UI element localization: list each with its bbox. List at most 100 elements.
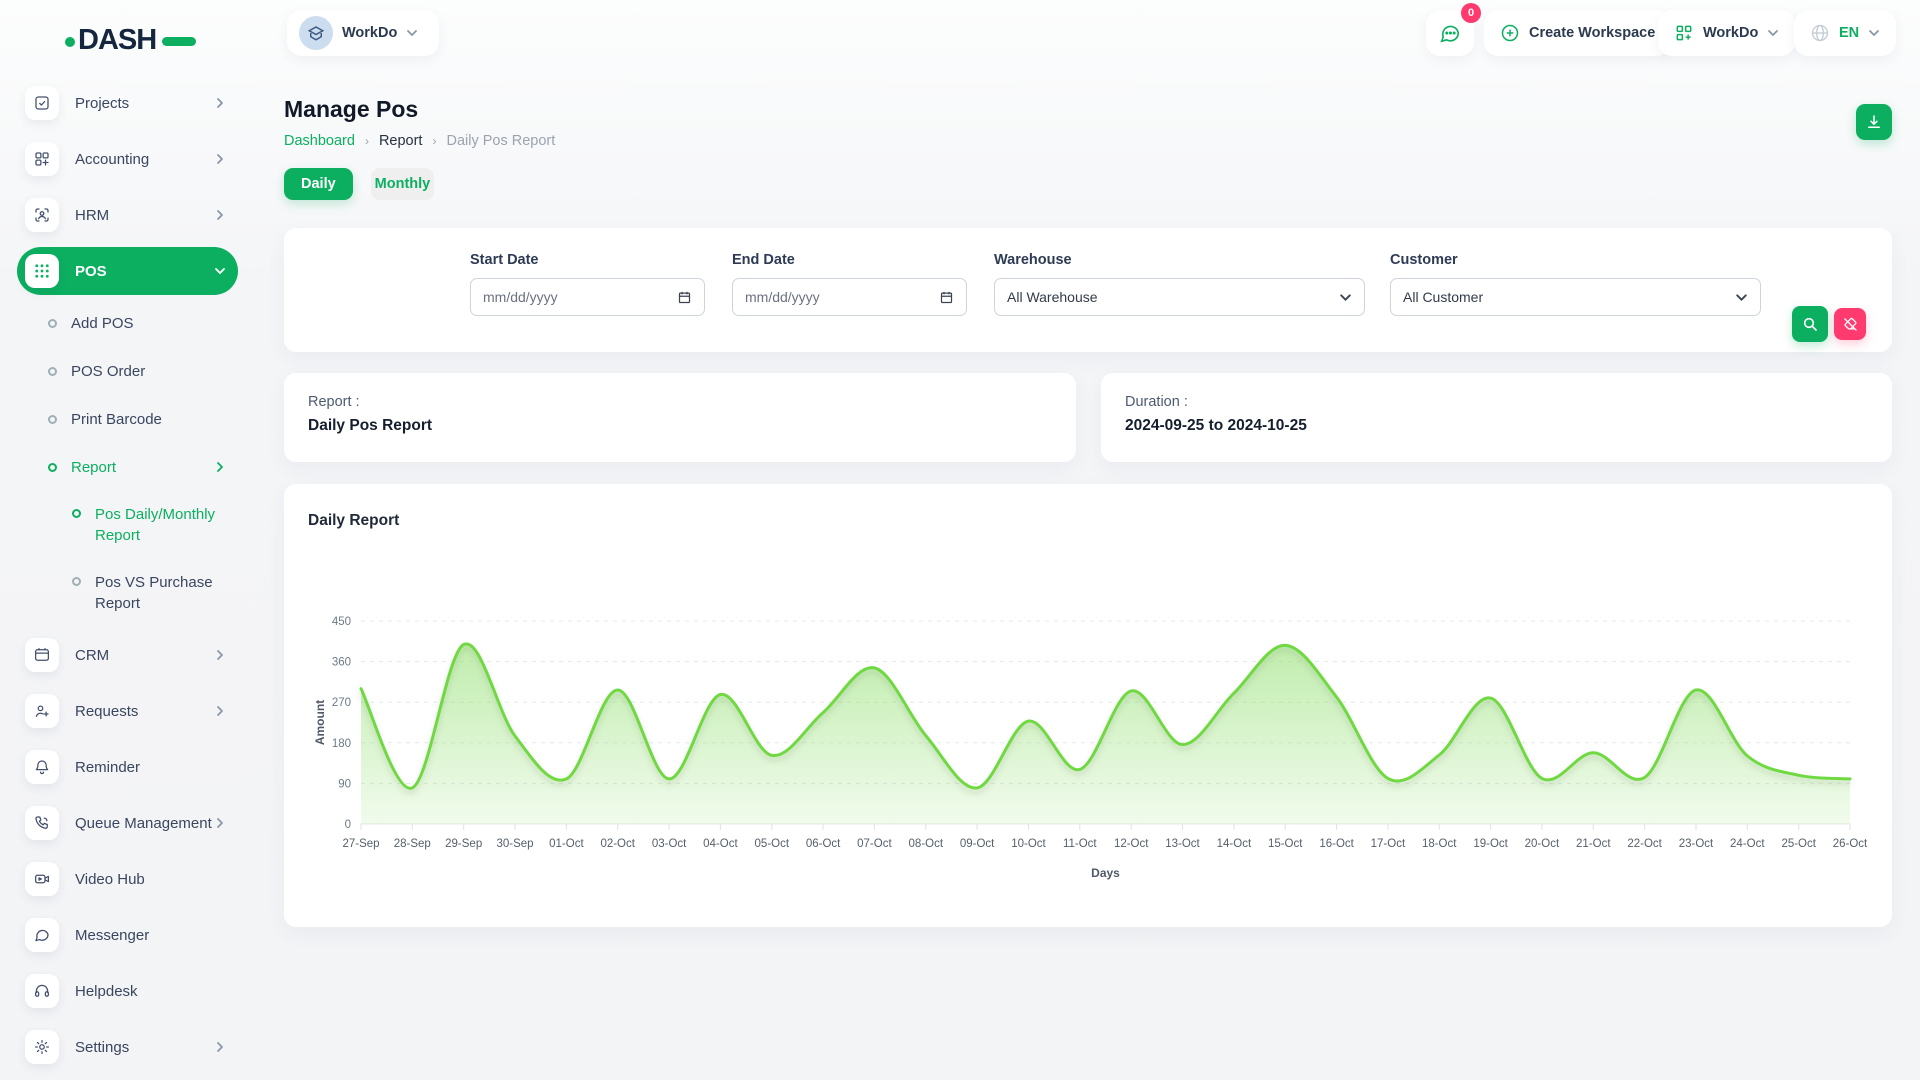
sidebar-item-pos-order[interactable]: POS Order xyxy=(17,347,238,395)
download-report-button[interactable] xyxy=(1856,104,1892,140)
daily-report-area-chart[interactable]: 090180270360450 27-Sep28-Sep29-Sep30-Sep… xyxy=(308,554,1868,899)
video-icon xyxy=(25,862,59,896)
svg-text:10-Oct: 10-Oct xyxy=(1011,838,1046,850)
bullet-icon xyxy=(48,319,57,328)
sidebar-item-video-hub[interactable]: Video Hub xyxy=(17,851,238,907)
bullet-icon xyxy=(72,509,81,518)
language-code: EN xyxy=(1839,25,1859,41)
search-button[interactable] xyxy=(1792,306,1828,342)
chevron-down-icon xyxy=(1735,291,1748,304)
sidebar-item-label: Print Barcode xyxy=(71,409,162,430)
warehouse-label: Warehouse xyxy=(994,252,1365,268)
tab-monthly[interactable]: Monthly xyxy=(371,168,435,200)
svg-text:20-Oct: 20-Oct xyxy=(1525,838,1560,850)
daily-report-chart-card: Daily Report 090180270360450 27-Sep28-Se… xyxy=(284,484,1892,927)
warehouse-group: Warehouse All Warehouse xyxy=(994,252,1365,316)
building-icon xyxy=(307,24,325,42)
sidebar-item-label: Accounting xyxy=(75,149,149,170)
sidebar-item-label: Queue Management xyxy=(75,813,212,834)
calendar-icon xyxy=(939,290,954,305)
sidebar-item-label: CRM xyxy=(75,645,109,666)
report-label: Report : xyxy=(308,394,1052,410)
sidebar-item-print-barcode[interactable]: Print Barcode xyxy=(17,395,238,443)
language-selector[interactable]: EN xyxy=(1794,10,1896,56)
svg-text:05-Oct: 05-Oct xyxy=(755,838,790,850)
logo-text: DASH xyxy=(78,24,156,56)
svg-text:17-Oct: 17-Oct xyxy=(1371,838,1406,850)
sidebar-item-label: Projects xyxy=(75,93,129,114)
chevron-down-icon xyxy=(1339,291,1352,304)
sidebar-item-projects[interactable]: Projects xyxy=(17,75,238,131)
eraser-off-icon xyxy=(1843,317,1858,332)
breadcrumb-item-0[interactable]: Dashboard xyxy=(284,133,355,149)
notification-badge: 0 xyxy=(1461,3,1481,23)
user-scan-icon xyxy=(25,198,59,232)
breadcrumb-separator: › xyxy=(432,134,436,148)
svg-text:Days: Days xyxy=(1091,866,1120,880)
sidebar-item-report[interactable]: Report xyxy=(17,443,238,491)
create-workspace-label: Create Workspace xyxy=(1529,25,1655,41)
svg-text:01-Oct: 01-Oct xyxy=(549,838,584,850)
sidebar-item-accounting[interactable]: Accounting xyxy=(17,131,238,187)
start-date-group: Start Date mm/dd/yyyy xyxy=(470,252,705,316)
start-date-input[interactable]: mm/dd/yyyy xyxy=(470,278,705,316)
sidebar-item-pos-daily-monthly-report[interactable]: Pos Daily/Monthly Report xyxy=(17,491,238,559)
svg-text:15-Oct: 15-Oct xyxy=(1268,838,1303,850)
warehouse-selected-value: All Warehouse xyxy=(1007,289,1098,305)
user-plus-icon xyxy=(25,694,59,728)
sidebar-item-settings[interactable]: Settings xyxy=(17,1019,238,1075)
warehouse-select[interactable]: All Warehouse xyxy=(994,278,1365,316)
sidebar-item-reminder[interactable]: Reminder xyxy=(17,739,238,795)
sidebar-item-label: Requests xyxy=(75,701,138,722)
crm-icon xyxy=(25,638,59,672)
report-summary-card: Report : Daily Pos Report xyxy=(284,373,1076,462)
workspace-switcher[interactable]: WorkDo xyxy=(287,10,439,56)
end-date-group: End Date mm/dd/yyyy xyxy=(732,252,967,316)
search-icon xyxy=(1802,316,1818,332)
svg-text:24-Oct: 24-Oct xyxy=(1730,838,1765,850)
sidebar-item-requests[interactable]: Requests xyxy=(17,683,238,739)
message-icon xyxy=(25,918,59,952)
start-date-placeholder: mm/dd/yyyy xyxy=(483,289,558,305)
report-mode-tabs: Daily Monthly xyxy=(284,168,434,200)
sidebar-item-messenger[interactable]: Messenger xyxy=(17,907,238,963)
customer-selected-value: All Customer xyxy=(1403,289,1483,305)
bullet-icon xyxy=(72,577,81,586)
plus-circle-icon xyxy=(1500,23,1520,43)
chat-bubble-icon xyxy=(1439,22,1461,44)
sidebar-item-queue-management[interactable]: Queue Management xyxy=(17,795,238,851)
customer-group: Customer All Customer xyxy=(1390,252,1761,316)
breadcrumb-item-1: Report xyxy=(379,133,423,149)
sidebar-item-add-pos[interactable]: Add POS xyxy=(17,299,238,347)
svg-text:12-Oct: 12-Oct xyxy=(1114,838,1149,850)
bullet-icon xyxy=(48,415,57,424)
svg-text:02-Oct: 02-Oct xyxy=(600,838,635,850)
svg-text:07-Oct: 07-Oct xyxy=(857,838,892,850)
sidebar-item-label: HRM xyxy=(75,205,109,226)
sidebar-item-helpdesk[interactable]: Helpdesk xyxy=(17,963,238,1019)
notifications-button[interactable]: 0 xyxy=(1426,10,1474,56)
create-workspace-button[interactable]: Create Workspace xyxy=(1484,10,1671,56)
tab-daily[interactable]: Daily xyxy=(284,168,353,200)
sidebar-item-pos[interactable]: POS xyxy=(17,247,238,295)
duration-label: Duration : xyxy=(1125,394,1868,410)
start-date-label: Start Date xyxy=(470,252,705,268)
workdo-menu-label: WorkDo xyxy=(1703,25,1758,41)
breadcrumb: Dashboard›Report›Daily Pos Report xyxy=(284,133,555,149)
svg-text:18-Oct: 18-Oct xyxy=(1422,838,1457,850)
svg-text:03-Oct: 03-Oct xyxy=(652,838,687,850)
svg-text:21-Oct: 21-Oct xyxy=(1576,838,1611,850)
sidebar-item-crm[interactable]: CRM xyxy=(17,627,238,683)
bell-icon xyxy=(25,750,59,784)
customer-select[interactable]: All Customer xyxy=(1390,278,1761,316)
dash-logo[interactable]: DASH xyxy=(64,20,200,58)
sidebar-item-pos-vs-purchase-report[interactable]: Pos VS Purchase Report xyxy=(17,559,238,627)
sidebar-item-hrm[interactable]: HRM xyxy=(17,187,238,243)
page-title: Manage Pos xyxy=(284,96,418,123)
grid-plus-icon xyxy=(1674,23,1694,43)
sidebar-item-label: Video Hub xyxy=(75,869,145,890)
end-date-input[interactable]: mm/dd/yyyy xyxy=(732,278,967,316)
svg-text:30-Sep: 30-Sep xyxy=(496,838,533,850)
workdo-menu-button[interactable]: WorkDo xyxy=(1658,10,1795,56)
reset-filter-button[interactable] xyxy=(1834,308,1866,340)
